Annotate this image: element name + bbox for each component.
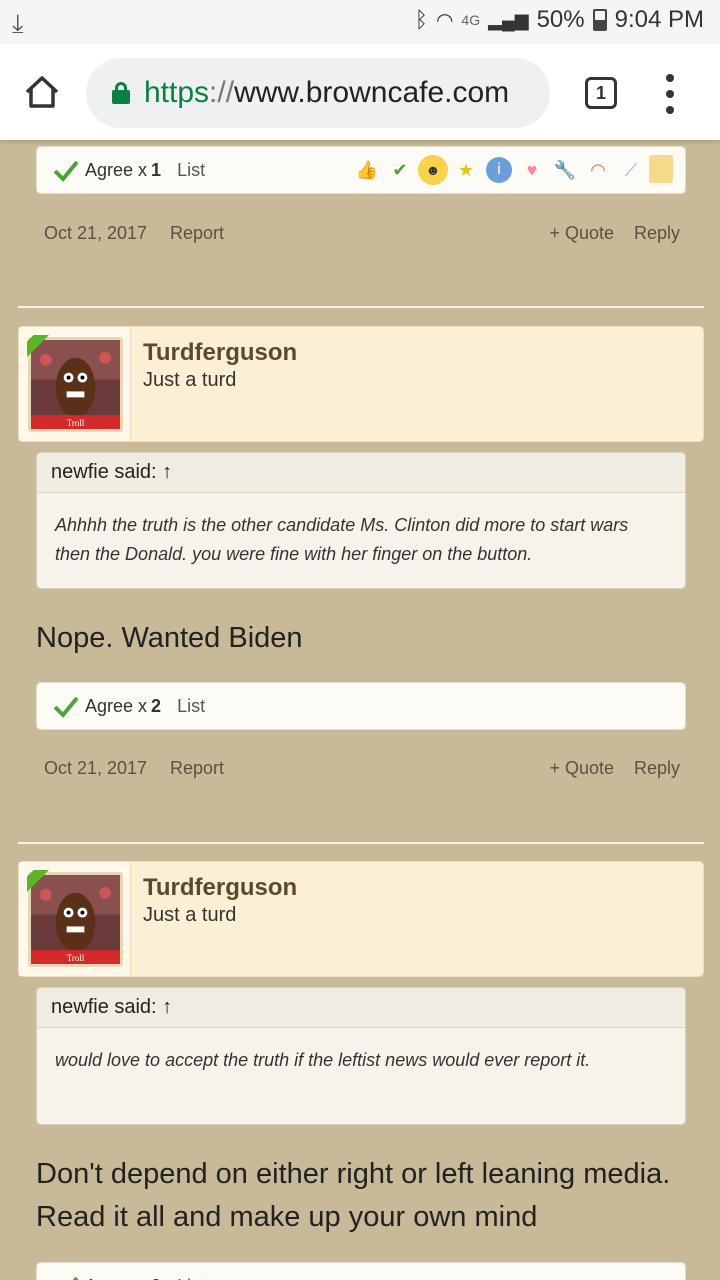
reaction-picker: 👍 ✔ ☻ ★ i ♥ 🔧 ◠ ⟋ bbox=[352, 155, 673, 185]
status-bar: ⤓ ᛒ ◠ 4G ▂▄▆ 50% 9:04 PM bbox=[0, 0, 720, 44]
post-divider bbox=[18, 842, 704, 844]
tab-switcher-button[interactable]: 1 bbox=[585, 77, 617, 109]
username[interactable]: Turdferguson bbox=[143, 874, 297, 902]
lock-icon bbox=[112, 82, 130, 104]
reaction-list-link[interactable]: List bbox=[177, 696, 205, 717]
thumbs-up-icon[interactable]: 👍 bbox=[352, 155, 382, 185]
quote-button[interactable]: + Quote bbox=[549, 223, 614, 244]
post-message: Nope. Wanted Biden bbox=[36, 622, 303, 654]
user-title: Just a turd bbox=[143, 904, 237, 926]
download-icon: ⤓ bbox=[12, 8, 24, 38]
check-icon bbox=[53, 160, 79, 182]
post-message: Don't depend on either right or left lea… bbox=[36, 1158, 671, 1233]
clock: 9:04 PM bbox=[614, 6, 704, 33]
beer-icon[interactable] bbox=[649, 155, 673, 183]
reaction-bar: Agree x 2 List bbox=[36, 682, 686, 730]
avatar-caption: Troll bbox=[67, 953, 85, 963]
reaction-bar: Agree x 1 List 👍 ✔ ☻ ★ i ♥ 🔧 ◠ ⟋ bbox=[36, 146, 686, 194]
post-divider bbox=[18, 306, 704, 308]
reaction-list-link[interactable]: List bbox=[177, 160, 205, 181]
heart-icon[interactable]: ♥ bbox=[517, 155, 547, 185]
address-bar[interactable]: https://www.browncafe.com bbox=[86, 58, 550, 128]
post-footer: Oct 21, 2017 Report + Quote Reply bbox=[44, 223, 680, 253]
post-header: Troll Turdferguson Just a turd bbox=[18, 861, 704, 977]
wifi-icon: ◠ bbox=[435, 9, 454, 32]
reply-button[interactable]: Reply bbox=[634, 223, 680, 244]
reply-button[interactable]: Reply bbox=[634, 758, 680, 779]
quote-block: newfie said: ↑ Ahhhh the truth is the ot… bbox=[36, 452, 686, 589]
home-icon[interactable] bbox=[22, 72, 62, 112]
signal-icon: ▂▄▆ bbox=[488, 9, 529, 30]
quote-author[interactable]: newfie said: ↑ bbox=[37, 453, 685, 493]
post-date[interactable]: Oct 21, 2017 bbox=[44, 758, 147, 779]
report-link[interactable]: Report bbox=[170, 223, 224, 244]
username[interactable]: Turdferguson bbox=[143, 339, 297, 367]
avatar[interactable]: Troll bbox=[28, 337, 123, 432]
overflow-menu-icon[interactable] bbox=[660, 74, 680, 114]
post-date[interactable]: Oct 21, 2017 bbox=[44, 223, 147, 244]
quote-author[interactable]: newfie said: ↑ bbox=[37, 988, 685, 1028]
reaction-bar: Agree x 2 List bbox=[36, 1262, 686, 1280]
url-text: https://www.browncafe.com bbox=[144, 76, 510, 109]
rainbow-icon[interactable]: ◠ bbox=[583, 155, 613, 185]
check-icon bbox=[53, 696, 79, 718]
avatar-caption: Troll bbox=[67, 418, 85, 428]
brush-icon[interactable]: ⟋ bbox=[616, 155, 646, 185]
reaction-list-link[interactable]: List bbox=[177, 1276, 205, 1280]
bluetooth-icon: ᛒ bbox=[414, 7, 428, 32]
browser-toolbar: https://www.browncafe.com 1 bbox=[0, 44, 720, 140]
laugh-icon[interactable]: ☻ bbox=[418, 155, 448, 185]
check-icon[interactable]: ✔ bbox=[385, 155, 415, 185]
star-icon[interactable]: ★ bbox=[451, 155, 481, 185]
quote-block: newfie said: ↑ would love to accept the … bbox=[36, 987, 686, 1125]
battery-icon bbox=[592, 9, 607, 31]
avatar[interactable]: Troll bbox=[28, 872, 123, 967]
info-icon[interactable]: i bbox=[486, 157, 512, 183]
user-title: Just a turd bbox=[143, 369, 237, 391]
post-header: Troll Turdferguson Just a turd bbox=[18, 326, 704, 442]
network-type: 4G bbox=[461, 12, 481, 28]
report-link[interactable]: Report bbox=[170, 758, 224, 779]
battery-percent: 50% bbox=[536, 6, 585, 33]
quote-text: Ahhhh the truth is the other candidate M… bbox=[55, 515, 629, 564]
quote-text: would love to accept the truth if the le… bbox=[55, 1050, 591, 1070]
wrench-icon[interactable]: 🔧 bbox=[550, 155, 580, 185]
quote-button[interactable]: + Quote bbox=[549, 758, 614, 779]
check-icon bbox=[72, 1276, 79, 1280]
post-footer: Oct 21, 2017 Report + Quote Reply bbox=[44, 758, 680, 788]
